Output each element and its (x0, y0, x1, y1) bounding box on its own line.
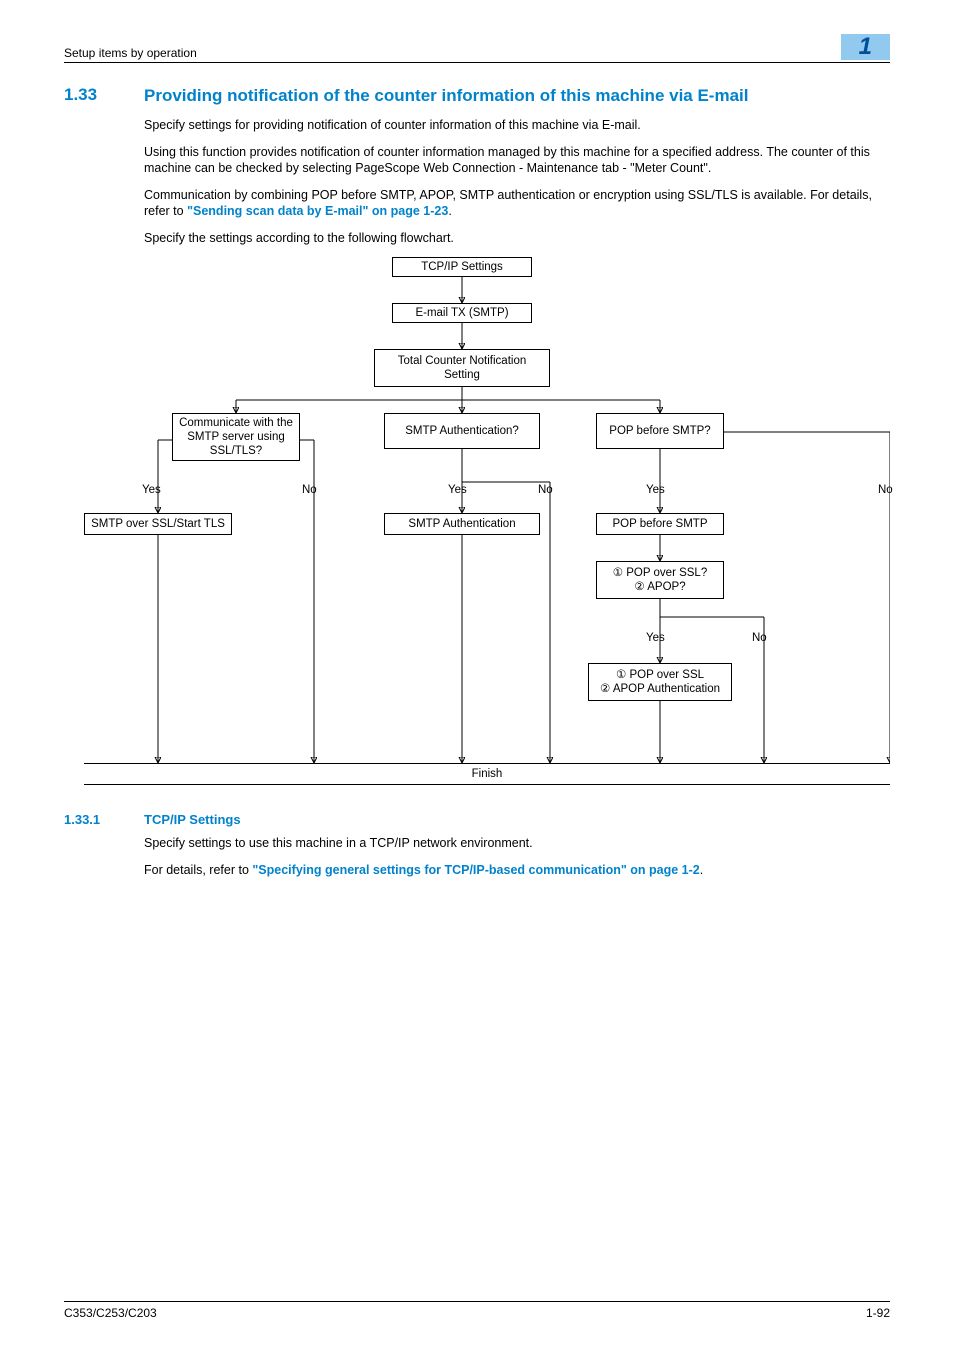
body-text: . (700, 863, 703, 877)
flow-node-pop-ssl-apop-action: ① POP over SSL ② APOP Authentication (588, 663, 732, 701)
body-paragraph: For details, refer to "Specifying genera… (144, 862, 890, 878)
body-paragraph: Using this function provides notificatio… (144, 144, 890, 176)
cross-reference-link[interactable]: "Sending scan data by E-mail" on page 1-… (187, 204, 448, 218)
subsection-title: TCP/IP Settings (144, 812, 241, 827)
body-paragraph: Communication by combining POP before SM… (144, 187, 890, 219)
section-title: Providing notification of the counter in… (144, 85, 749, 107)
flow-q2-line2: ② APOP? (634, 580, 685, 594)
flow-label-yes: Yes (646, 632, 665, 644)
flow-label-yes: Yes (448, 484, 467, 496)
header-chapter-number: 1 (841, 34, 890, 60)
flow-node-pop-action: POP before SMTP (596, 513, 724, 535)
flow-label-no: No (538, 484, 553, 496)
footer-page-number: 1-92 (866, 1306, 890, 1320)
subsection-heading: 1.33.1 TCP/IP Settings (64, 812, 890, 827)
flow-decision-ssl: Communicate with the SMTP server using S… (172, 413, 300, 461)
body-text: For details, refer to (144, 863, 252, 877)
flow-a2-line1: ① POP over SSL (616, 668, 704, 682)
flow-label-no: No (752, 632, 767, 644)
running-header: Setup items by operation 1 (64, 34, 890, 63)
flow-label-no: No (878, 484, 893, 496)
body-text: . (448, 204, 451, 218)
flow-node-smtp-action: SMTP Authentication (384, 513, 540, 535)
flow-label-no: No (302, 484, 317, 496)
flow-node-tcpip: TCP/IP Settings (392, 257, 532, 277)
subsection-number: 1.33.1 (64, 812, 144, 827)
body-paragraph: Specify settings for providing notificat… (144, 117, 890, 133)
flow-decision-smtp-auth: SMTP Authentication? (384, 413, 540, 449)
flow-label-yes: Yes (646, 484, 665, 496)
cross-reference-link[interactable]: "Specifying general settings for TCP/IP-… (252, 863, 699, 877)
flow-decision-pop-ssl-apop: ① POP over SSL? ② APOP? (596, 561, 724, 599)
flow-node-finish: Finish (84, 763, 890, 785)
section-number: 1.33 (64, 85, 144, 107)
flow-node-total-counter: Total Counter Notification Setting (374, 349, 550, 387)
flow-node-ssl-action: SMTP over SSL/Start TLS (84, 513, 232, 535)
flow-a2-line2: ② APOP Authentication (600, 682, 720, 696)
flow-node-emailtx: E-mail TX (SMTP) (392, 303, 532, 323)
header-section-label: Setup items by operation (64, 46, 197, 60)
body-paragraph: Specify the settings according to the fo… (144, 230, 890, 246)
flow-label-yes: Yes (142, 484, 161, 496)
flowchart: TCP/IP Settings E-mail TX (SMTP) Total C… (64, 257, 890, 802)
page-footer: C353/C253/C203 1-92 (64, 1301, 890, 1320)
body-paragraph: Specify settings to use this machine in … (144, 835, 890, 851)
section-heading: 1.33 Providing notification of the count… (64, 85, 890, 107)
flow-q2-line1: ① POP over SSL? (613, 566, 707, 580)
footer-model: C353/C253/C203 (64, 1306, 157, 1320)
flow-decision-pop: POP before SMTP? (596, 413, 724, 449)
